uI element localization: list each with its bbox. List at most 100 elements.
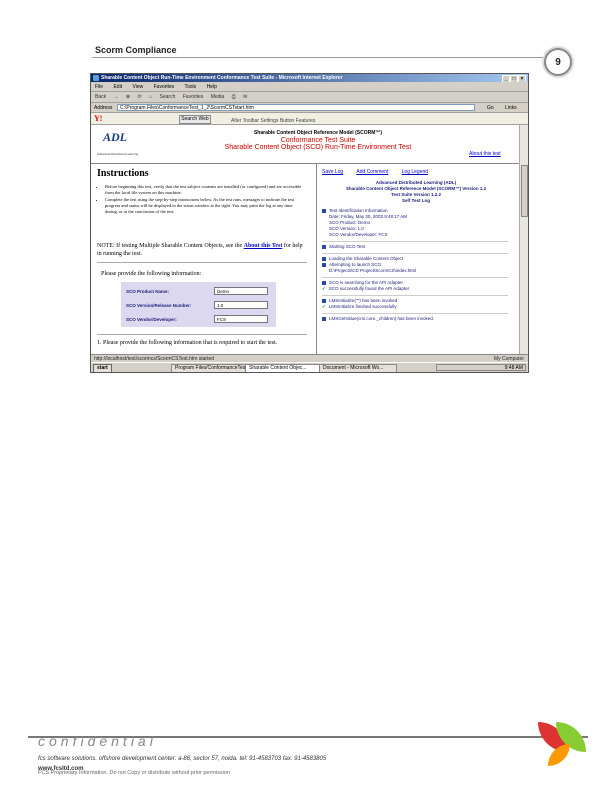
title-line-2: Conformance Test Suite (280, 137, 356, 144)
log-header-line: Self Test Log (402, 198, 430, 203)
log-entry-text: Loading the Sharable Content Object (329, 256, 404, 261)
log-bullet-icon (322, 244, 326, 249)
instruction-item: Before beginning this test, verify that … (105, 184, 305, 196)
start-button[interactable]: start (93, 364, 112, 372)
taskbar-item-active[interactable]: Sharable Content Objec... (245, 364, 323, 372)
content-header: ADL Advanced Distributed Learning Sharab… (91, 125, 520, 164)
yahoo-logo[interactable]: Y! (94, 114, 102, 123)
maximize-button[interactable]: □ (510, 75, 518, 82)
menu-view[interactable]: View (132, 84, 143, 90)
log-separator (322, 313, 508, 314)
log-separator (322, 241, 508, 242)
close-button[interactable]: × (518, 75, 526, 82)
log-entry-text: LMSInitialize finished successfully (328, 304, 397, 309)
page-number-badge: 9 (544, 48, 572, 76)
menu-tools[interactable]: Tools (184, 84, 196, 90)
sco-info-form: SCO Product Name: Demo SCO Version/Relea… (121, 282, 276, 327)
log-entry-text: SCO successfully found the API Adapter (328, 286, 410, 291)
links-button[interactable]: Links (505, 103, 517, 112)
sco-vendor-input[interactable]: FCS (214, 315, 268, 323)
log-entry: SCO is searching for the API Adapter ✓ SC… (322, 280, 409, 292)
log-entry: Loading the Sharable Content Object Atte… (322, 256, 416, 274)
address-bar: Address C:\Program Files\ConformanceTest… (91, 103, 528, 113)
log-header: Advanced Distributed Learning (ADL) Shar… (318, 180, 514, 204)
home-icon[interactable]: ⌂ (149, 94, 152, 100)
status-bar: http://localhost/test/scormcs/ScormCSTes… (91, 354, 528, 362)
log-bullet-icon (322, 316, 326, 321)
menu-help[interactable]: Help (207, 84, 217, 90)
back-button[interactable]: Back (95, 94, 106, 100)
title-line-1: Sharable Content Object Reference Model … (253, 130, 383, 136)
scrollbar-thumb[interactable] (521, 165, 528, 217)
instructions-list: Before beginning this test, verify that … (97, 184, 305, 216)
about-this-test-link[interactable]: About this test (469, 151, 501, 157)
system-tray-clock: 9:48 AM (436, 364, 526, 371)
menu-file[interactable]: File (95, 84, 103, 90)
log-separator (322, 277, 508, 278)
log-bullet-icon (322, 256, 326, 261)
log-bullet-icon (322, 262, 326, 267)
favorites-button[interactable]: Favorites (183, 94, 204, 100)
log-entry: Starting SCO Test (322, 244, 365, 250)
sco-product-name-input[interactable]: Demo (214, 287, 268, 295)
print-icon[interactable]: ⎙ (232, 94, 236, 100)
log-entry-text: SCO Vendor/Developer: FCS (329, 232, 388, 237)
media-button[interactable]: Media (211, 94, 225, 100)
go-button[interactable]: Go (487, 103, 494, 112)
page-footer: confidential fcs software solutions. off… (28, 722, 588, 772)
menu-bar: File Edit View Favorites Tools Help (91, 83, 528, 92)
content-title: Sharable Content Object Reference Model … (203, 130, 433, 151)
ie-icon (93, 75, 99, 81)
add-comment-link[interactable]: Add Comment (356, 169, 388, 175)
forward-icon[interactable]: → (114, 94, 119, 100)
adl-logo-subtitle: Advanced Distributed Learning (97, 152, 139, 156)
yahoo-toolbar: Y! Search Web Alter Toolbar Settings But… (91, 113, 528, 125)
adl-logo-text: ADL (103, 130, 127, 144)
log-entry-text: LMSGetValue(cmi.core._children) has been… (329, 316, 434, 321)
taskbar-item[interactable]: Document - Microsoft Wo... (319, 364, 397, 372)
browser-screenshot: Sharable Content Object Run-Time Environ… (90, 73, 529, 373)
sco-product-name-label: SCO Product Name: (126, 289, 170, 294)
stop-icon[interactable]: ⊗ (126, 94, 130, 100)
yahoo-toolbar-text[interactable]: Alter Toolbar Settings Button Features (231, 115, 315, 124)
log-entry-text: SCO is searching for the API Adapter (329, 280, 404, 285)
taskbar: start Program Files/ConformanceTest... S… (91, 362, 528, 372)
search-button[interactable]: Search (160, 94, 176, 100)
mail-icon[interactable]: ✉ (243, 94, 247, 100)
form-row: SCO Product Name: Demo (126, 287, 271, 297)
checkmark-icon: ✓ (322, 304, 326, 309)
refresh-icon[interactable]: ⟳ (138, 94, 142, 100)
log-separator (322, 295, 508, 296)
form-row: SCO Version/Release Number: 1.0 (126, 301, 271, 311)
log-bullet-icon (322, 208, 326, 213)
window-title-bar: Sharable Content Object Run-Time Environ… (91, 74, 528, 82)
log-links: Save Log Add Comment Log Legend (322, 169, 440, 175)
log-bullet-icon (322, 298, 326, 303)
log-entry: LMSInitialize("") has been invoked ✓ LMSI… (322, 298, 397, 310)
adl-logo: ADL Advanced Distributed Learning (97, 128, 138, 156)
provide-info-label: Please provide the following information… (101, 271, 202, 277)
menu-edit[interactable]: Edit (113, 84, 122, 90)
search-web-button[interactable]: Search Web (179, 115, 211, 124)
divider (97, 262, 307, 263)
sco-version-input[interactable]: 1.0 (214, 301, 268, 309)
address-label: Address (94, 105, 113, 111)
address-input[interactable]: C:\Program Files\ConformanceTest_1_2\Sco… (117, 104, 475, 111)
taskbar-item[interactable]: Program Files/ConformanceTest... (171, 364, 249, 372)
window-title: Sharable Content Object Run-Time Environ… (101, 75, 343, 81)
standard-toolbar: Back → ⊗ ⟳ ⌂ Search Favorites Media ⎙ ✉ (91, 92, 528, 103)
multi-sco-note: NOTE: If testing Multiple Sharable Conte… (97, 242, 307, 258)
minimize-button[interactable]: _ (502, 75, 510, 82)
title-line-3: Sharable Content Object (SCO) Run-Time E… (224, 144, 412, 151)
save-log-link[interactable]: Save Log (322, 169, 343, 175)
instructions-heading: Instructions (97, 168, 149, 179)
instructions-pane: Instructions Before beginning this test,… (91, 164, 317, 354)
form-row: SCO Vendor/Developer: FCS (126, 315, 271, 325)
about-this-test-inline-link[interactable]: About this Test (244, 243, 283, 249)
log-legend-link[interactable]: Log Legend (402, 169, 428, 175)
log-pane: Save Log Add Comment Log Legend Advanced… (318, 164, 514, 354)
log-entry: Test Identification Information Date: Fr… (322, 208, 407, 238)
menu-favorites[interactable]: Favorites (154, 84, 175, 90)
log-separator (322, 253, 508, 254)
vertical-scrollbar[interactable] (519, 125, 528, 354)
